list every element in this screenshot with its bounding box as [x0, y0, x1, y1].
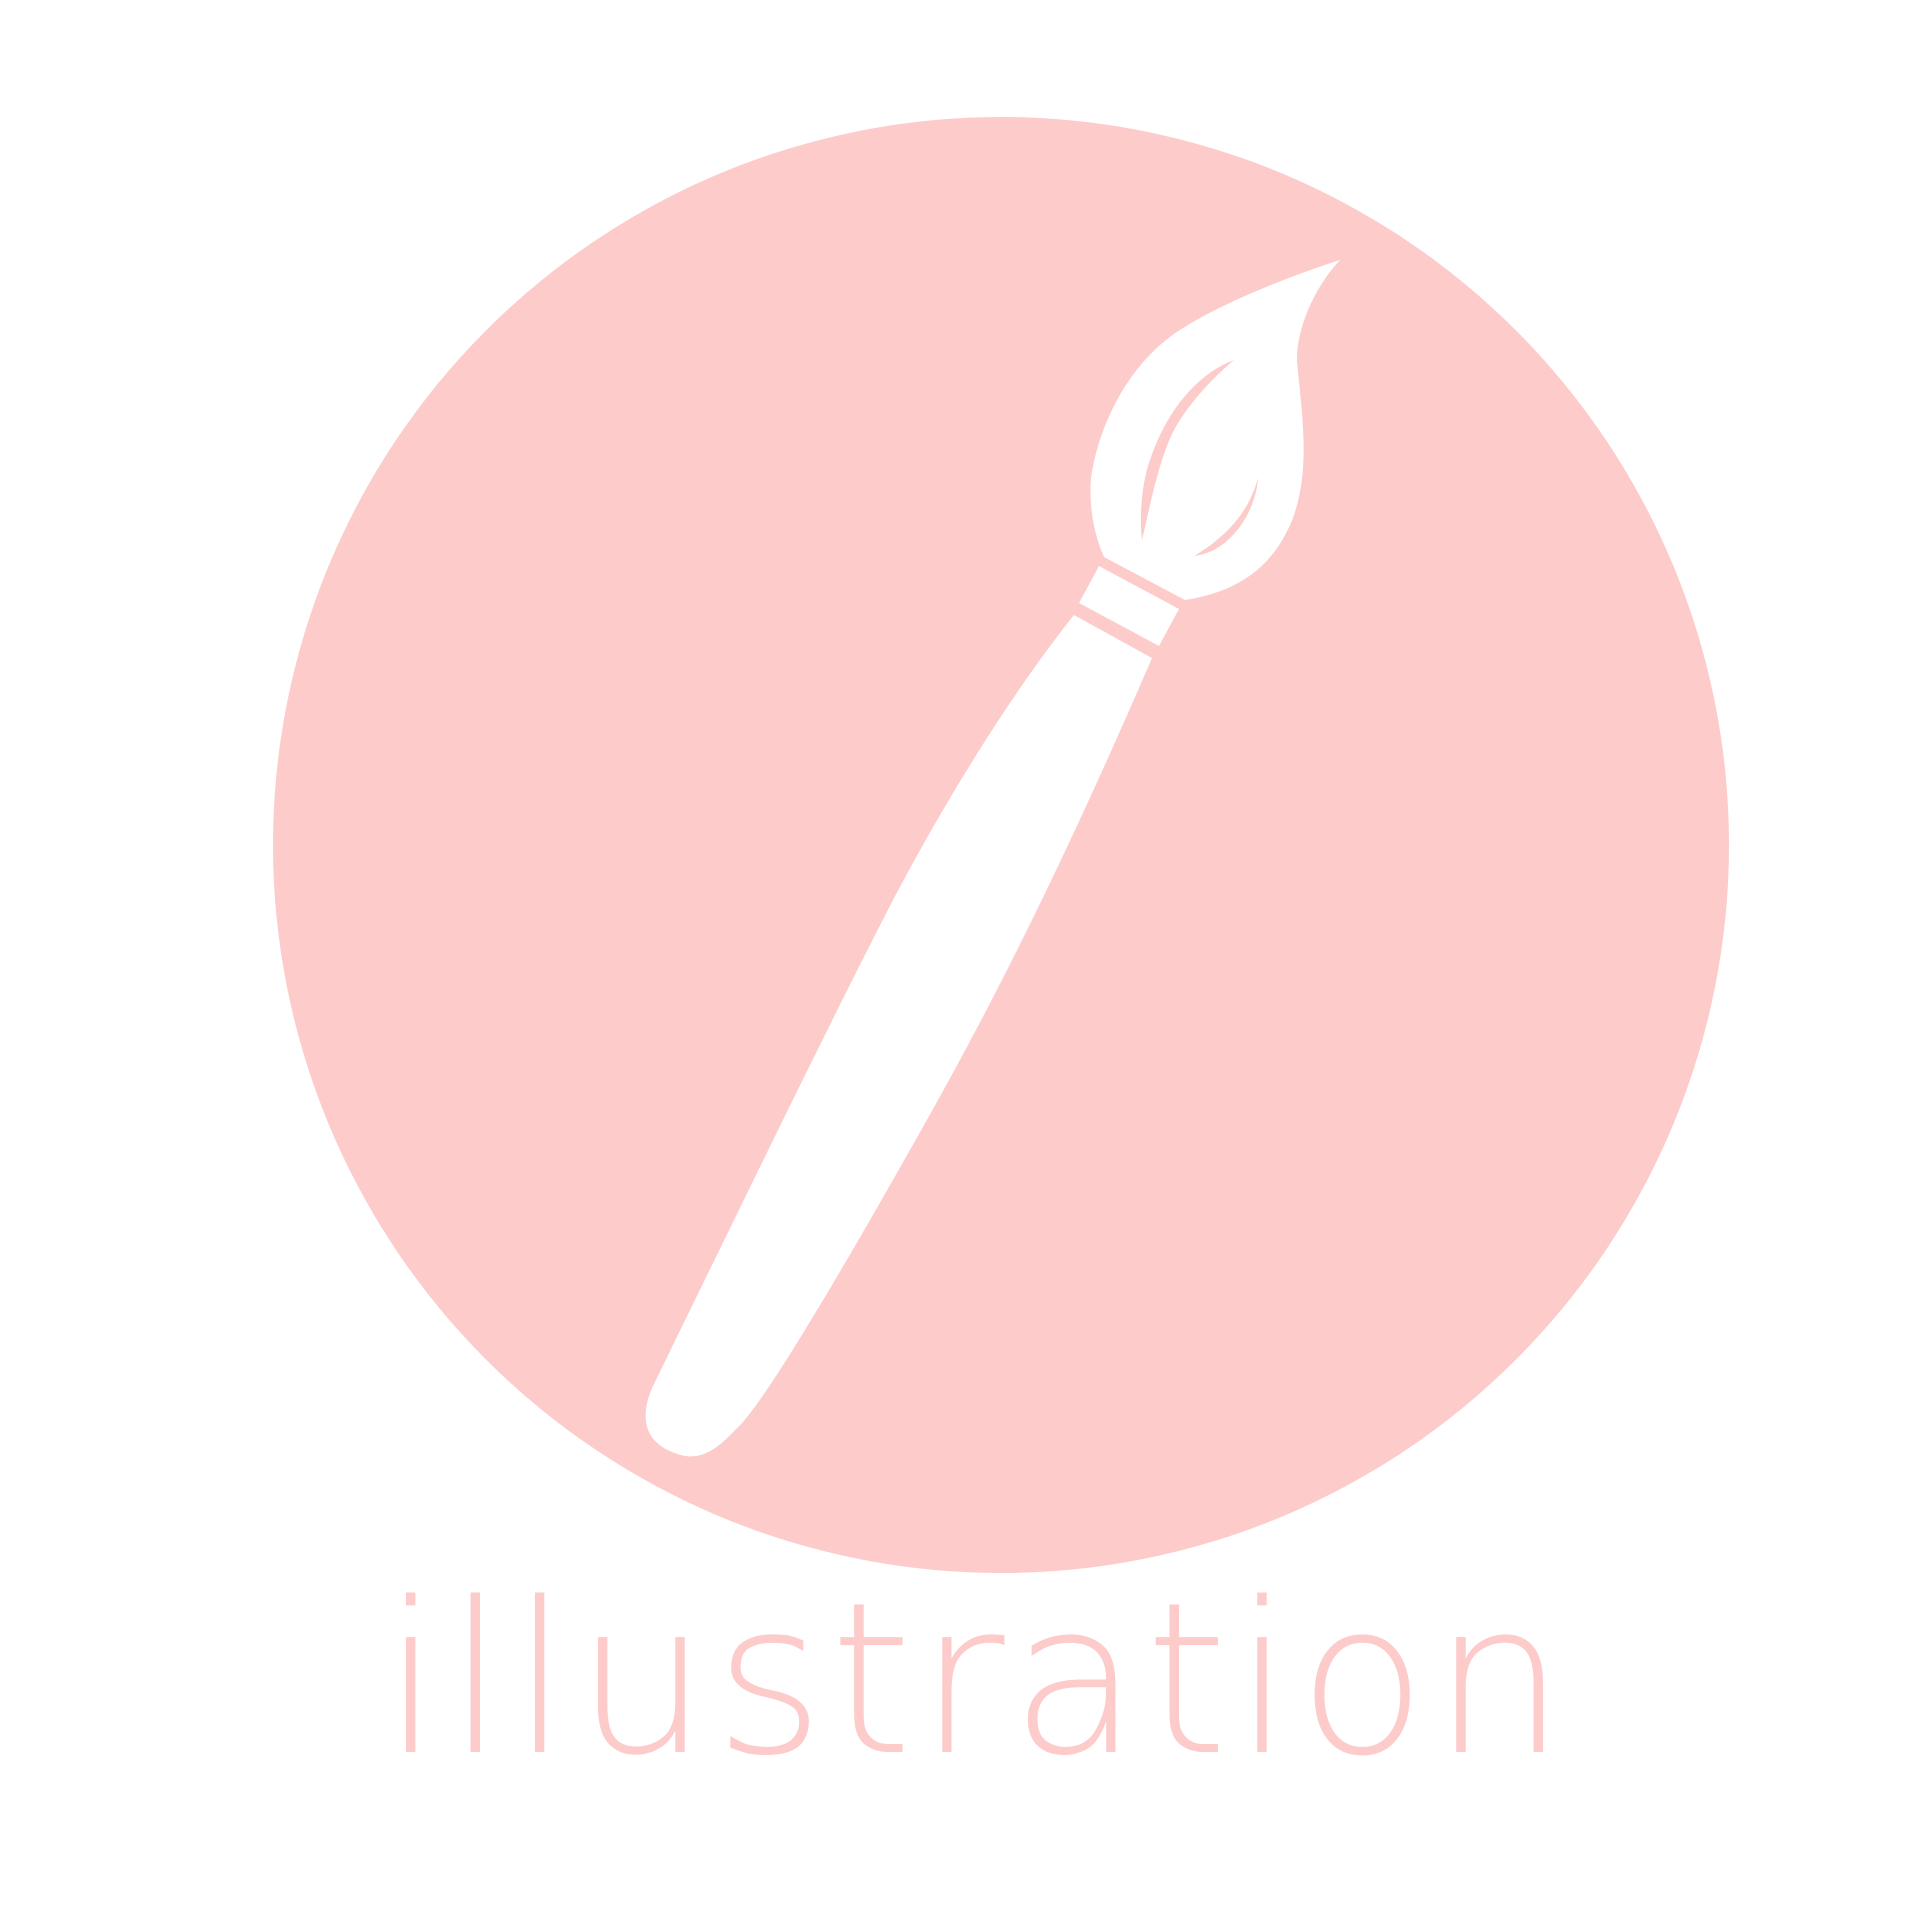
illustration-badge: illustration [0, 0, 1920, 1920]
illustration-label: illustration [382, 1557, 1572, 1802]
